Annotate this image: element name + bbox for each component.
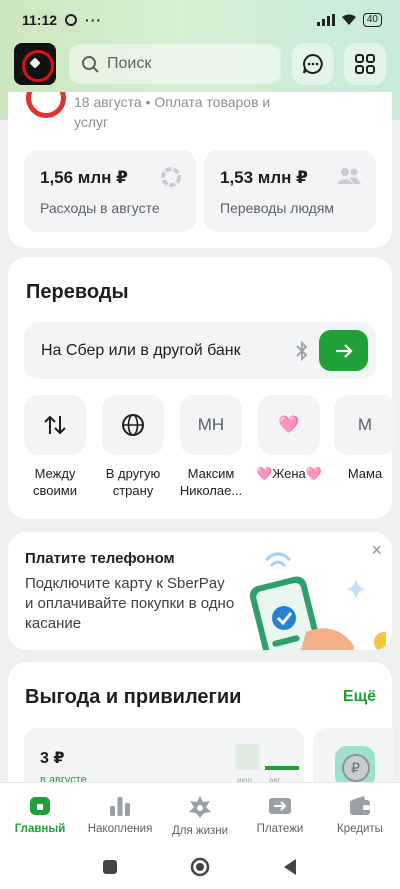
payments-icon — [269, 798, 291, 814]
globe-icon — [122, 414, 144, 436]
quick-transfer-contact[interactable]: 🩷 🩷Жена🩷 — [256, 395, 322, 482]
summary-card: 18 августа • Оплата товаров и услуг 1,56… — [8, 92, 392, 248]
nav-credits[interactable]: Кредиты — [320, 795, 400, 835]
search-placeholder: Поиск — [107, 55, 152, 72]
quick-transfer-contact[interactable]: МН Максим Николае... — [180, 395, 242, 499]
status-bar: 11:12 ··· 40 — [0, 0, 400, 40]
quick-label: Мама — [347, 466, 383, 481]
quick-transfer-between-own[interactable]: Между своими — [24, 395, 86, 499]
nav-payments[interactable]: Платежи — [240, 795, 320, 835]
swap-arrows-box — [24, 395, 86, 455]
battery-icon: 40 — [362, 13, 382, 27]
transfers-people-label: Переводы людям — [220, 200, 335, 216]
arrow-right-icon — [335, 343, 353, 358]
signal-icon — [316, 14, 335, 26]
expenses-tile[interactable]: 1,56 млн ₽ Расходы в августе — [24, 150, 196, 232]
profile-avatar[interactable] — [14, 43, 56, 85]
recent-apps-icon[interactable] — [102, 859, 118, 875]
transfers-people-amount: 1,53 млн ₽ — [220, 168, 309, 187]
apps-grid-button[interactable] — [344, 43, 386, 85]
benefits-card: Выгода и привилегии Ещё 3 ₽ в августе ию… — [8, 662, 393, 802]
star-bag-icon — [189, 796, 211, 818]
benefits-more-link[interactable]: Ещё — [343, 688, 376, 706]
chart-icon — [110, 797, 130, 816]
bluetooth-icon[interactable] — [294, 341, 310, 361]
svg-text:₽: ₽ — [351, 761, 360, 777]
grid-icon — [355, 54, 375, 74]
transfer-bank-label: На Сбер или в другой банк — [41, 342, 241, 359]
promo-description: Подключите карту к SberPay и оплачивайте… — [25, 575, 235, 632]
sberpay-promo-card[interactable]: Платите телефоном Подключите карту к Sbe… — [8, 532, 392, 650]
search-input[interactable]: Поиск — [69, 44, 281, 84]
globe-box — [102, 395, 164, 455]
wifi-icon — [341, 14, 356, 25]
transfers-card: Переводы На Сбер или в другой банк Между… — [8, 257, 396, 519]
heart-icon: 🩷 — [258, 395, 320, 455]
bar-july — [235, 744, 259, 770]
contact-initials: М — [334, 395, 396, 455]
transfers-people-tile[interactable]: 1,53 млн ₽ Переводы людям — [204, 150, 376, 232]
people-icon — [337, 168, 361, 184]
search-icon — [82, 56, 99, 73]
bar-august — [265, 766, 299, 770]
home-circle-icon[interactable] — [190, 857, 210, 877]
benefits-title: Выгода и привилегии — [25, 686, 242, 708]
wallet-icon — [350, 796, 370, 815]
chat-icon — [303, 53, 323, 74]
more-notifications-icon: ··· — [85, 12, 103, 28]
home-icon — [30, 797, 50, 815]
system-navigation-bar — [0, 844, 400, 889]
nav-label: Главный — [14, 823, 66, 835]
quick-label: В другую страну — [105, 466, 161, 498]
nav-lifestyle[interactable]: Для жизни — [160, 795, 240, 837]
quick-transfer-contact[interactable]: М Мама — [334, 395, 396, 482]
phone-hand-illustration — [249, 552, 386, 650]
chat-button[interactable] — [292, 43, 334, 85]
cashback-amount: 3 ₽ — [40, 750, 65, 767]
status-indicators: 40 — [316, 13, 382, 27]
quick-label: Между своими — [33, 466, 77, 498]
back-icon[interactable] — [282, 858, 298, 876]
expenses-amount: 1,56 млн ₽ — [40, 168, 129, 187]
bottom-navigation: Главный Накопления Для жизни Платежи Кре… — [0, 782, 400, 844]
status-time: 11:12 — [22, 12, 58, 28]
quick-transfer-abroad[interactable]: В другую страну — [102, 395, 164, 499]
operation-description[interactable]: 18 августа • Оплата товаров и услуг — [74, 92, 294, 132]
notification-icon — [65, 14, 78, 26]
donut-chart-icon — [161, 167, 181, 187]
transfer-go-button[interactable] — [319, 330, 368, 371]
nav-label: Кредиты — [337, 823, 383, 835]
expenses-label: Расходы в августе — [40, 200, 160, 216]
operation-logo — [26, 92, 66, 118]
nav-savings[interactable]: Накопления — [80, 795, 160, 835]
nav-label: Платежи — [256, 823, 304, 835]
swap-arrows-icon — [44, 415, 66, 435]
nav-home[interactable]: Главный — [0, 795, 80, 835]
quick-label: Максим Николае... — [179, 466, 243, 498]
promo-title: Платите телефоном — [25, 550, 175, 567]
contact-initials: МН — [180, 395, 242, 455]
quick-label: 🩷Жена🩷 — [256, 466, 322, 481]
transfers-title: Переводы — [26, 281, 129, 303]
transfer-bank-field[interactable]: На Сбер или в другой банк — [24, 322, 376, 379]
nav-label: Для жизни — [171, 825, 229, 837]
nav-label: Накопления — [87, 823, 153, 835]
app-header: Поиск — [14, 42, 386, 86]
